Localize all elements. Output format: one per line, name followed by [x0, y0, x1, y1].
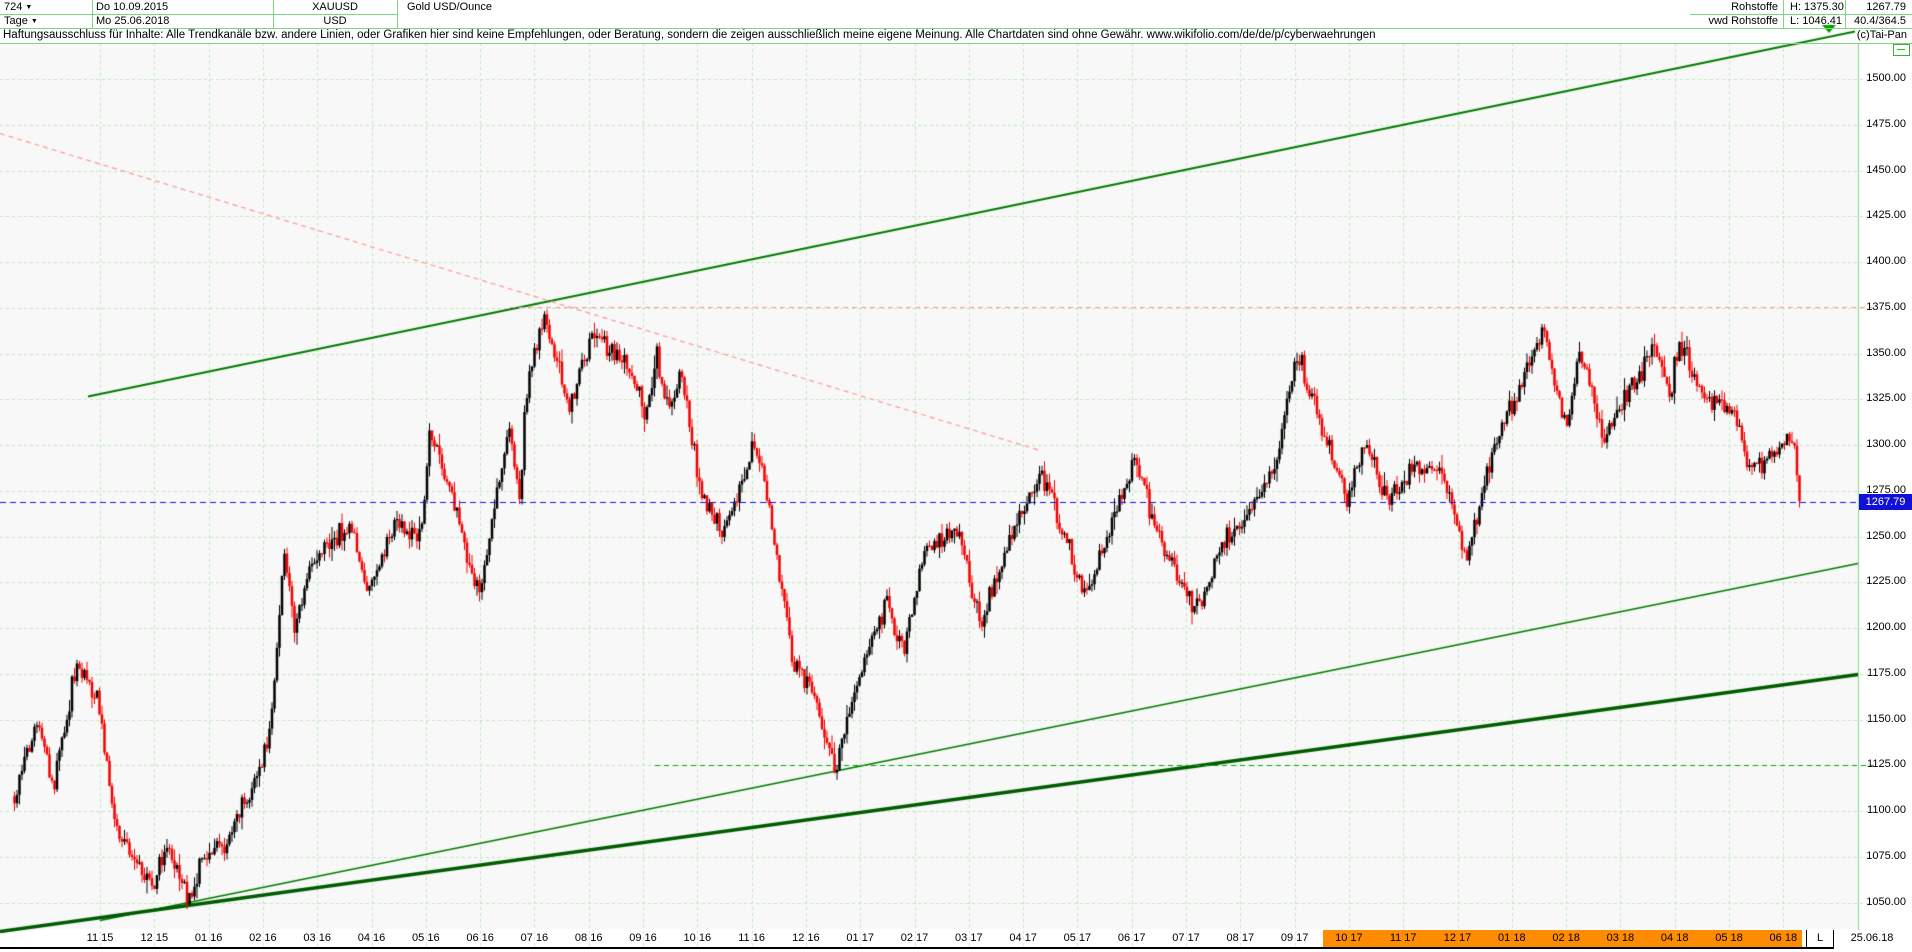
date-axis-label: 04 17 — [1001, 931, 1045, 946]
price-axis-label: 1425.00 — [1862, 209, 1906, 222]
category-label: Rohstoffe — [1690, 0, 1778, 14]
period-low-label: L: 1046.41 — [1790, 14, 1844, 28]
price-axis-label: 1375.00 — [1862, 301, 1906, 314]
date-axis-label: 12 15 — [132, 931, 176, 946]
disclaimer-text: Haftungsausschluss für Inhalte: Alle Tre… — [3, 29, 1376, 41]
header-last-price: 1267.79 — [1848, 0, 1906, 14]
price-axis-label: 1325.00 — [1862, 392, 1906, 405]
header-divider — [397, 0, 398, 28]
price-chart-canvas[interactable] — [0, 0, 1912, 952]
provider-label: vwd Rohstoffe — [1690, 14, 1778, 28]
date-axis-label: 01 18 — [1490, 931, 1534, 946]
collapse-axis-icon[interactable] — [1893, 44, 1910, 56]
timeframe-dropdown[interactable]: Tage▼ — [4, 14, 88, 29]
price-axis-label: 1150.00 — [1862, 713, 1906, 726]
date-axis-label: 04 18 — [1653, 931, 1697, 946]
price-axis-label: 1450.00 — [1862, 164, 1906, 177]
instrument-title: Gold USD/Ounce — [407, 0, 707, 14]
date-axis-label: 05 16 — [404, 931, 448, 946]
currency-label: USD — [273, 14, 397, 28]
period-count-dropdown[interactable]: 724▼ — [4, 0, 88, 15]
date-axis-label: 03 16 — [295, 931, 339, 946]
tai-pan-chart-window: { "header": { "left": { "periods": "724"… — [0, 0, 1912, 952]
price-axis-label: 1125.00 — [1862, 758, 1906, 771]
price-axis-label: 1250.00 — [1862, 530, 1906, 543]
header-row-divider — [0, 14, 397, 15]
copyright-watermark: (c)Tai-Pan — [1857, 29, 1907, 41]
date-axis-label: 05 18 — [1707, 931, 1751, 946]
date-axis-label: 11 17 — [1381, 931, 1425, 946]
date-axis-label: 11 16 — [730, 931, 774, 946]
end-date-label: 25.06.18 — [1836, 930, 1908, 947]
disclaimer-bottom-border — [0, 43, 1912, 44]
price-axis-label: 1050.00 — [1862, 896, 1906, 909]
symbol-label: XAUUSD — [273, 0, 397, 14]
last-bar-marker: L — [1806, 930, 1834, 947]
date-axis-label: 10 17 — [1327, 931, 1371, 946]
date-axis-label: 02 16 — [241, 931, 285, 946]
date-axis-label: 02 18 — [1544, 931, 1588, 946]
date-axis-label: 09 16 — [621, 931, 665, 946]
start-date-field[interactable]: Do 10.09.2015 — [96, 0, 268, 14]
date-axis-label: 08 17 — [1218, 931, 1262, 946]
chevron-down-icon: ▼ — [25, 4, 32, 11]
chevron-down-icon: ▼ — [31, 18, 38, 25]
price-axis-label: 1200.00 — [1862, 621, 1906, 634]
date-axis-underline — [0, 947, 1834, 949]
last-price-tag: 1267.79 — [1859, 494, 1912, 510]
price-axis-label: 1300.00 — [1862, 438, 1906, 451]
period-high-label: H: 1375.30 — [1790, 0, 1844, 14]
date-axis-label: 12 16 — [784, 931, 828, 946]
timeframe-value: Tage — [4, 15, 28, 27]
date-axis-label: 08 16 — [567, 931, 611, 946]
price-axis-label: 1075.00 — [1862, 850, 1906, 863]
price-axis-label: 1100.00 — [1862, 804, 1906, 817]
date-axis-label: 06 17 — [1110, 931, 1154, 946]
date-axis-label: 02 17 — [893, 931, 937, 946]
date-axis-label: 12 17 — [1436, 931, 1480, 946]
price-axis-label: 1350.00 — [1862, 347, 1906, 360]
price-axis-label: 1400.00 — [1862, 255, 1906, 268]
date-axis-label: 05 17 — [1055, 931, 1099, 946]
date-axis-label: 04 16 — [350, 931, 394, 946]
price-axis-label: 1175.00 — [1862, 667, 1906, 680]
price-axis-label: 1500.00 — [1862, 72, 1906, 85]
date-axis-label: 07 16 — [512, 931, 556, 946]
date-axis-label: 03 17 — [947, 931, 991, 946]
period-count-value: 724 — [4, 1, 22, 13]
date-axis-label: 06 18 — [1761, 931, 1805, 946]
price-axis-label: 1225.00 — [1862, 575, 1906, 588]
header-row-divider — [1690, 14, 1912, 15]
header-range-info: 40.4/364.5 — [1848, 14, 1906, 28]
date-axis-label: 10 16 — [675, 931, 719, 946]
date-axis-label: 11 15 — [78, 931, 122, 946]
date-axis-label: 07 17 — [1164, 931, 1208, 946]
date-axis-label: 06 16 — [458, 931, 502, 946]
date-axis-label: 03 18 — [1598, 931, 1642, 946]
date-axis-label: 09 17 — [1273, 931, 1317, 946]
end-date-field[interactable]: Mo 25.06.2018 — [96, 14, 268, 28]
date-axis-label: 01 17 — [838, 931, 882, 946]
price-axis-label: 1475.00 — [1862, 118, 1906, 131]
date-axis-label: 01 16 — [187, 931, 231, 946]
